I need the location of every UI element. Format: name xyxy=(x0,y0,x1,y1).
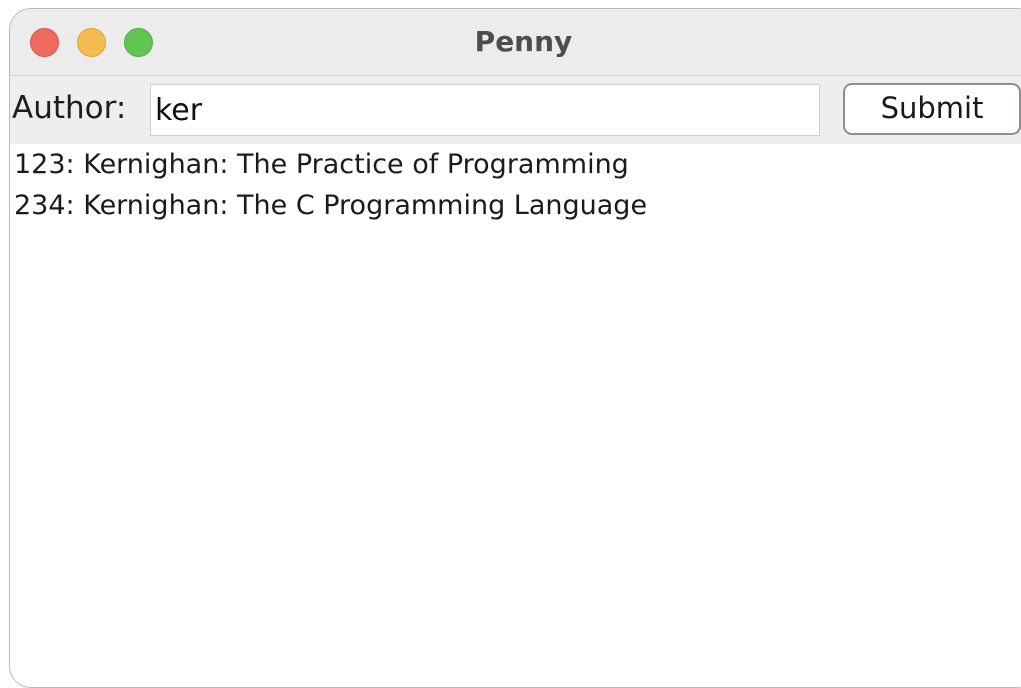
search-bar: Author: Submit xyxy=(10,76,1021,144)
results-list[interactable]: 123: Kernighan: The Practice of Programm… xyxy=(10,144,1021,687)
app-window: Penny Author: Submit 123: Kernighan: The… xyxy=(9,8,1021,688)
title-bar[interactable]: Penny xyxy=(10,9,1021,76)
author-label: Author: xyxy=(12,90,127,126)
list-item[interactable]: 234: Kernighan: The C Programming Langua… xyxy=(14,188,647,224)
author-input[interactable] xyxy=(150,84,820,136)
window-title: Penny xyxy=(474,25,573,58)
list-item[interactable]: 123: Kernighan: The Practice of Programm… xyxy=(14,147,629,183)
submit-button[interactable]: Submit xyxy=(843,83,1021,135)
